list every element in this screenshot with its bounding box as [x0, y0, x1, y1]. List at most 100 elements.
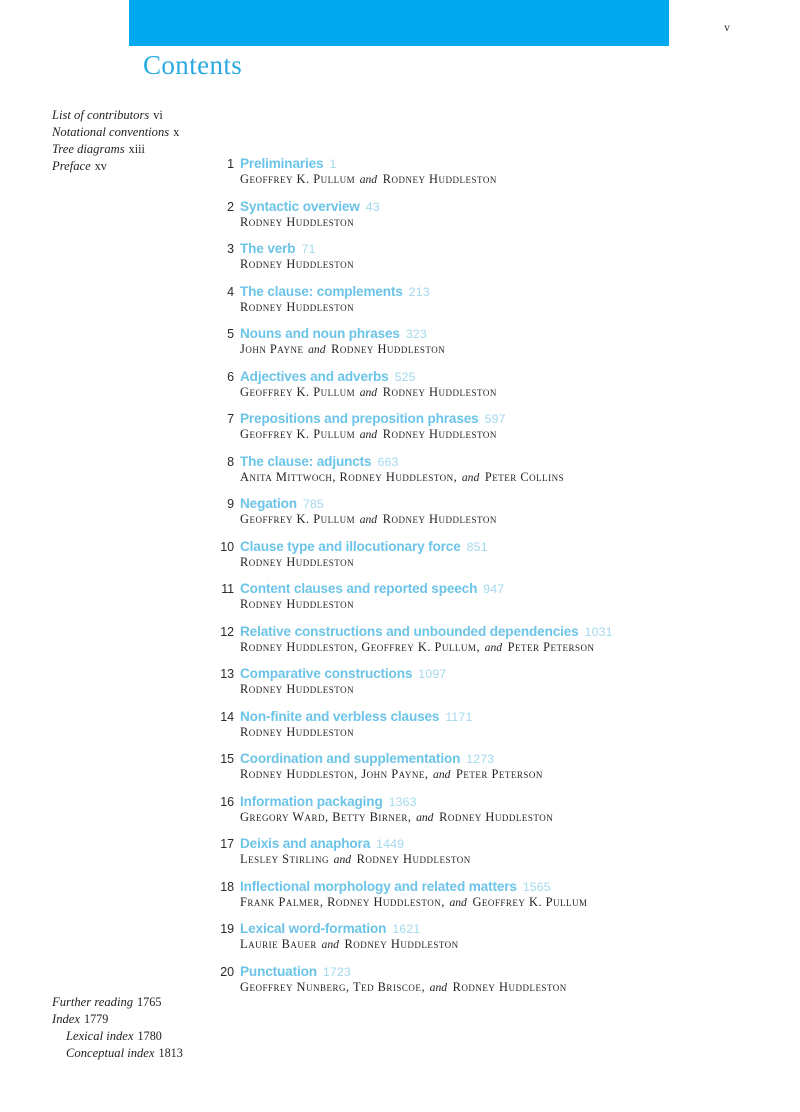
chapter-page-number: 663: [377, 454, 399, 469]
chapter-entry[interactable]: 1 Preliminaries 1 Geoffrey K. Pullum and Ro…: [204, 155, 764, 198]
chapter-page-number: 1565: [522, 879, 551, 894]
author-name: Rodney Huddleston: [327, 894, 442, 909]
page-folio: v: [724, 22, 730, 34]
author-name: Rodney Huddleston: [382, 512, 497, 526]
chapter-title[interactable]: Prepositions and preposition phrases: [240, 411, 479, 426]
chapter-entry[interactable]: 17 Deixis and anaphora 1449 Lesley Stirling…: [204, 835, 764, 878]
chapter-title[interactable]: Nouns and noun phrases: [240, 326, 400, 341]
author-name: Rodney Huddleston: [382, 427, 497, 441]
chapter-title[interactable]: Inflectional morphology and related matt…: [240, 879, 517, 894]
chapter-title-line: Lexical word-formation 1621: [240, 920, 420, 938]
chapter-entry[interactable]: 12 Relative constructions and unbounded d…: [204, 623, 764, 666]
author-name: Lesley Stirling: [240, 852, 330, 866]
chapter-entry[interactable]: 6 Adjectives and adverbs 525 Geoffrey K. Pu…: [204, 368, 764, 411]
chapter-title[interactable]: Punctuation: [240, 964, 317, 979]
chapter-title[interactable]: Lexical word-formation: [240, 921, 386, 936]
chapter-entry[interactable]: 13 Comparative constructions 1097 Rodney Hu…: [204, 665, 764, 708]
chapter-title-line: Nouns and noun phrases 323: [240, 325, 427, 343]
chapter-authors: Geoffrey K. Pullum and Rodney Huddleston: [240, 172, 497, 187]
chapter-entry[interactable]: 11 Content clauses and reported speech 947…: [204, 580, 764, 623]
chapter-number: 16: [220, 794, 234, 809]
chapter-title[interactable]: The verb: [240, 241, 296, 256]
author-conjunction: and: [449, 895, 467, 909]
chapter-entry[interactable]: 14 Non-finite and verbless clauses 1171 Rod…: [204, 708, 764, 751]
matter-item[interactable]: Notational conventions x: [52, 124, 242, 141]
chapter-entry[interactable]: 4 The clause: complements 213 Rodney Huddle…: [204, 283, 764, 326]
author-name: Geoffrey K. Pullum: [240, 427, 356, 441]
chapter-title[interactable]: Deixis and anaphora: [240, 836, 370, 851]
chapter-title[interactable]: Information packaging: [240, 794, 383, 809]
author-separator: ,: [407, 809, 416, 824]
chapter-title[interactable]: The clause: complements: [240, 284, 403, 299]
matter-item-page: xiii: [128, 142, 145, 156]
chapter-title[interactable]: The clause: adjuncts: [240, 454, 372, 469]
chapter-authors: Rodney Huddleston: [240, 300, 354, 315]
chapter-title[interactable]: Relative constructions and unbounded dep…: [240, 624, 579, 639]
chapter-authors: Geoffrey K. Pullum and Rodney Huddleston: [240, 512, 497, 527]
chapter-entry[interactable]: 2 Syntactic overview 43 Rodney Huddleston: [204, 198, 764, 241]
chapter-entry[interactable]: 7 Prepositions and preposition phrases 597…: [204, 410, 764, 453]
chapter-title[interactable]: Clause type and illocutionary force: [240, 539, 461, 554]
author-separator: ,: [319, 894, 328, 909]
matter-item-page: 1779: [83, 1012, 109, 1026]
chapter-page-number: 525: [394, 369, 416, 384]
author-name: Rodney Huddleston: [240, 257, 355, 271]
chapter-title[interactable]: Coordination and supplementation: [240, 751, 460, 766]
chapter-title[interactable]: Content clauses and reported speech: [240, 581, 477, 596]
chapter-page-number: 597: [484, 412, 506, 426]
chapter-page-number: 71: [301, 242, 316, 256]
matter-item[interactable]: Index 1779: [52, 1011, 262, 1028]
chapter-entry[interactable]: 8 The clause: adjuncts 663 Anita Mittwoch, …: [204, 453, 764, 496]
matter-item[interactable]: Conceptual index 1813: [52, 1045, 262, 1062]
chapter-number: 2: [227, 199, 234, 214]
chapter-title[interactable]: Preliminaries: [240, 156, 324, 171]
chapter-authors: Frank Palmer, Rodney Huddleston, and Geo…: [240, 895, 588, 910]
chapter-authors: Geoffrey K. Pullum and Rodney Huddleston: [240, 385, 497, 400]
chapter-authors: Rodney Huddleston: [240, 555, 354, 570]
chapter-authors: Lesley Stirling and Rodney Huddleston: [240, 852, 471, 867]
author-name: Rodney Huddleston: [344, 937, 459, 951]
chapter-authors: Laurie Bauer and Rodney Huddleston: [240, 937, 459, 952]
author-separator: ,: [421, 979, 429, 994]
chapter-title[interactable]: Syntactic overview: [240, 199, 360, 214]
chapter-entry[interactable]: 15 Coordination and supplementation 1273 Ro…: [204, 750, 764, 793]
chapter-page-number: 1097: [418, 667, 447, 681]
author-name: Geoffrey Nunberg: [240, 979, 347, 994]
chapter-title-line: Clause type and illocutionary force 851: [240, 538, 488, 556]
chapter-title[interactable]: Adjectives and adverbs: [240, 369, 389, 384]
chapter-entry[interactable]: 10 Clause type and illocutionary force 851…: [204, 538, 764, 581]
chapter-authors: Rodney Huddleston, Geoffrey K. Pullum, a…: [240, 640, 595, 655]
author-name: Rodney Huddleston: [240, 214, 355, 229]
chapter-page-number: 213: [408, 284, 430, 299]
author-name: Anita Mittwoch: [240, 469, 333, 484]
matter-item[interactable]: Further reading 1765: [52, 994, 262, 1011]
chapter-page-number: 785: [302, 497, 324, 511]
matter-item[interactable]: List of contributors vi: [52, 107, 242, 124]
chapter-entry[interactable]: 3 The verb 71 Rodney Huddleston: [204, 240, 764, 283]
author-name: Rodney Huddleston: [452, 979, 567, 994]
chapter-entry[interactable]: 5 Nouns and noun phrases 323 John Payne and…: [204, 325, 764, 368]
chapter-entry[interactable]: 19 Lexical word-formation 1621 Laurie Bauer…: [204, 920, 764, 963]
chapter-title-line: The clause: adjuncts 663: [240, 453, 398, 471]
chapter-entry[interactable]: 18 Inflectional morphology and related ma…: [204, 878, 764, 921]
matter-item-page: 1813: [158, 1046, 183, 1060]
chapter-page-number: 851: [466, 539, 488, 554]
chapter-entry[interactable]: 16 Information packaging 1363 Gregory Ward,…: [204, 793, 764, 836]
chapter-authors: Rodney Huddleston: [240, 682, 354, 697]
matter-item[interactable]: Lexical index 1780: [52, 1028, 262, 1045]
chapter-title-line: Syntactic overview 43: [240, 198, 380, 216]
chapter-number: 19: [220, 922, 234, 936]
chapter-title[interactable]: Comparative constructions: [240, 666, 412, 681]
matter-item-page: 1780: [137, 1029, 162, 1043]
chapter-entry[interactable]: 9 Negation 785 Geoffrey K. Pullum and Rodne…: [204, 495, 764, 538]
author-separator: ,: [346, 979, 353, 994]
author-separator: ,: [453, 469, 461, 484]
chapter-entry[interactable]: 20 Punctuation 1723 Geoffrey Nunberg, Ted B…: [204, 963, 764, 1006]
author-name: Rodney Huddleston: [240, 682, 355, 696]
author-name: Frank Palmer: [240, 894, 320, 909]
author-name: Rodney Huddleston: [339, 469, 454, 484]
chapter-title[interactable]: Non-finite and verbless clauses: [240, 709, 439, 724]
author-name: Rodney Huddleston: [240, 724, 355, 739]
chapter-title[interactable]: Negation: [240, 496, 297, 511]
author-conjunction: and: [359, 385, 378, 399]
